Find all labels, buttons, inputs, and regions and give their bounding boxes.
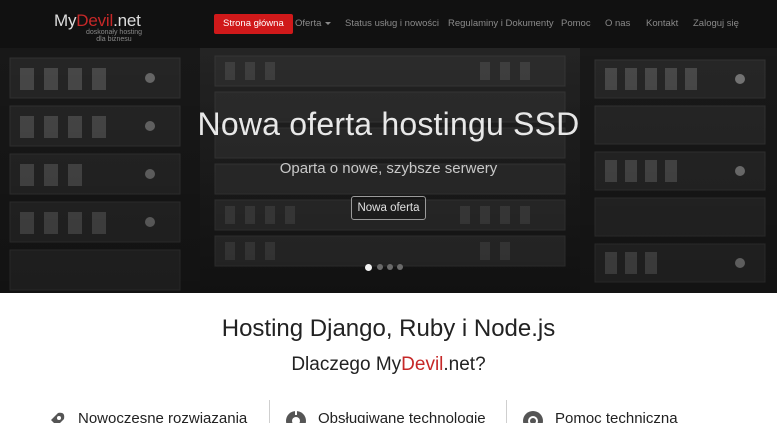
feature-label: Nowoczesne rozwiązania	[78, 410, 248, 423]
carousel-indicator-4[interactable]	[397, 264, 403, 270]
nav-item-contact[interactable]: Kontakt	[646, 14, 678, 34]
nav-item-about[interactable]: O nas	[605, 14, 630, 34]
hero-subtitle: Oparta o nowe, szybsze serwery	[279, 160, 498, 177]
feature-divider	[269, 400, 270, 423]
feature-label: Pomoc techniczna	[555, 410, 678, 423]
section-title: Hosting Django, Ruby i Node.js	[221, 315, 556, 342]
nav-item-login[interactable]: Zaloguj się	[693, 14, 739, 34]
hero-carousel: Nowa oferta hostingu SSD Oparta o nowe, …	[0, 48, 777, 293]
feature-divider	[506, 400, 507, 423]
logo-tagline: doskonały hosting dla biznesu	[85, 29, 143, 43]
new-offer-button[interactable]: Nowa oferta	[351, 196, 426, 220]
nav-item-home[interactable]: Strona główna	[214, 14, 293, 34]
logo-wordmark: MyDevil.net	[54, 11, 141, 30]
carousel-indicator-3[interactable]	[387, 264, 393, 270]
rocket-icon	[51, 412, 65, 423]
feature-label: Obsługiwane technologie	[318, 410, 486, 423]
nav-item-offer[interactable]: Oferta	[295, 14, 332, 34]
section-subtitle: Dlaczego MyDevil.net?	[291, 354, 486, 375]
nav-item-help[interactable]: Pomoc	[561, 14, 591, 34]
nav-item-regulations[interactable]: Regulaminy i Dokumenty	[448, 14, 554, 34]
lifebuoy-icon	[523, 411, 543, 423]
hero-title: Nowa oferta hostingu SSD	[197, 106, 580, 142]
cogs-icon	[286, 411, 306, 423]
carousel-indicator-2[interactable]	[377, 264, 383, 270]
nav-item-status[interactable]: Status usług i nowości	[345, 14, 439, 34]
carousel-indicators	[365, 263, 425, 272]
chevron-down-icon	[325, 21, 332, 25]
site-logo[interactable]: MyDevil.net doskonały hosting dla biznes…	[52, 9, 162, 43]
top-navbar: MyDevil.net doskonały hosting dla biznes…	[0, 0, 777, 48]
carousel-indicator-1[interactable]	[365, 263, 372, 271]
